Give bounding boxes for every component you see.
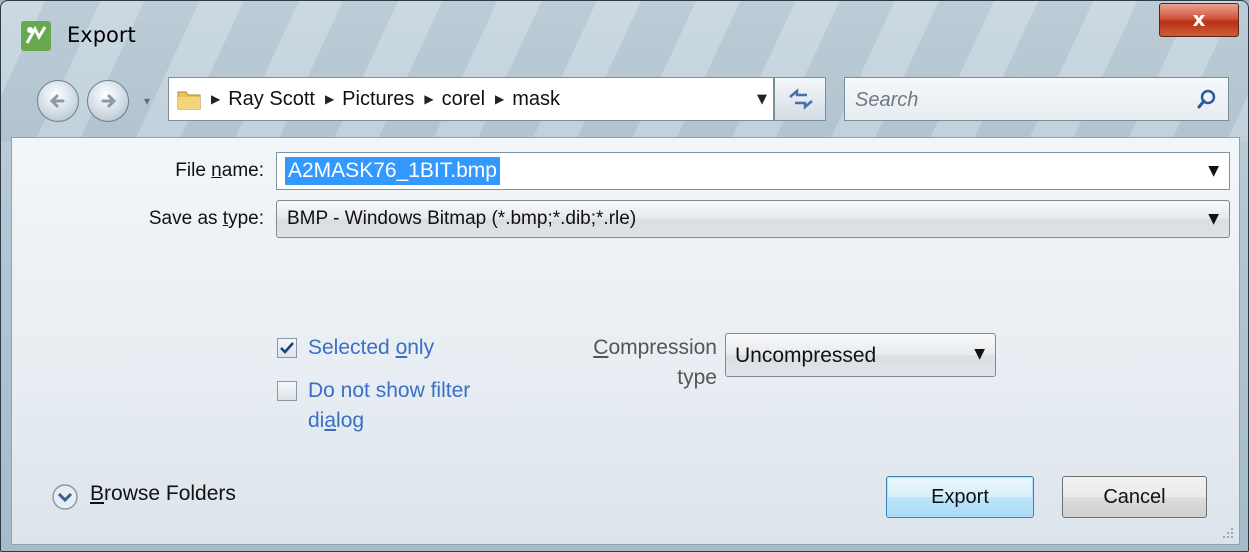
search-icon[interactable]: [1196, 88, 1218, 110]
crumb-separator[interactable]: ▶: [424, 92, 433, 106]
forward-button[interactable]: [87, 80, 129, 122]
save-as-type-select[interactable]: BMP - Windows Bitmap (*.bmp;*.dib;*.rle)…: [276, 200, 1230, 238]
resize-grip-icon[interactable]: [1219, 524, 1235, 540]
selected-only-label[interactable]: Selected only: [308, 333, 434, 363]
selected-only-checkbox[interactable]: [277, 338, 297, 358]
close-button[interactable]: x: [1159, 3, 1239, 37]
compression-type-select[interactable]: Uncompressed ▼: [725, 333, 996, 377]
compression-type-value: Uncompressed: [735, 344, 877, 367]
no-filter-dialog-checkbox[interactable]: [277, 381, 297, 401]
back-button[interactable]: [37, 80, 79, 122]
crumb-corel[interactable]: corel: [442, 88, 485, 111]
address-bar[interactable]: ▶ Ray Scott ▶ Pictures ▶ corel ▶ mask ▼: [168, 77, 774, 121]
chevron-down-icon[interactable]: ▼: [757, 92, 767, 107]
compression-type-label: Compression type: [593, 336, 717, 389]
file-name-value[interactable]: A2MASK76_1BIT.bmp: [285, 157, 500, 185]
search-input[interactable]: [853, 86, 1187, 114]
crumb-separator: ▶: [211, 92, 221, 106]
export-button[interactable]: Export: [886, 476, 1034, 518]
forward-arrow-icon: [101, 94, 117, 108]
refresh-button[interactable]: [774, 77, 826, 121]
refresh-icon: [789, 88, 813, 110]
back-arrow-icon: [49, 94, 65, 108]
chevron-down-icon: ▼: [974, 346, 985, 362]
checkmark-icon: [280, 342, 294, 354]
chevron-down-icon[interactable]: ▼: [1208, 163, 1219, 179]
crumb-separator[interactable]: ▶: [495, 92, 504, 106]
options-panel: File name: A2MASK76_1BIT.bmp ▼ Save as t…: [11, 137, 1240, 545]
no-filter-dialog-label[interactable]: Do not show filter dialog: [308, 376, 528, 436]
crumb-mask[interactable]: mask: [512, 88, 560, 111]
browse-folders-toggle[interactable]: Browse Folders: [90, 482, 236, 506]
crumb-pictures[interactable]: Pictures: [342, 88, 414, 111]
crumb-ray-scott[interactable]: Ray Scott: [228, 88, 315, 111]
file-name-label: File name:: [175, 160, 264, 181]
chevron-down-icon: ▼: [1208, 211, 1219, 227]
folder-icon: [177, 91, 201, 110]
search-box[interactable]: [844, 77, 1229, 121]
window-title: Export: [67, 23, 136, 47]
save-as-type-value: BMP - Windows Bitmap (*.bmp;*.dib;*.rle): [287, 208, 637, 229]
export-dialog: Export x ▾ ▶ Ray Scott ▶ Pictures ▶ core…: [0, 0, 1249, 552]
crumb-separator[interactable]: ▶: [325, 92, 334, 106]
chevron-down-icon[interactable]: [50, 482, 80, 512]
cancel-button[interactable]: Cancel: [1062, 476, 1207, 518]
file-name-field[interactable]: A2MASK76_1BIT.bmp ▼: [276, 152, 1230, 190]
app-icon: [21, 21, 51, 51]
save-as-type-label: Save as type:: [148, 208, 264, 229]
recent-pages-dropdown[interactable]: ▾: [144, 94, 150, 108]
